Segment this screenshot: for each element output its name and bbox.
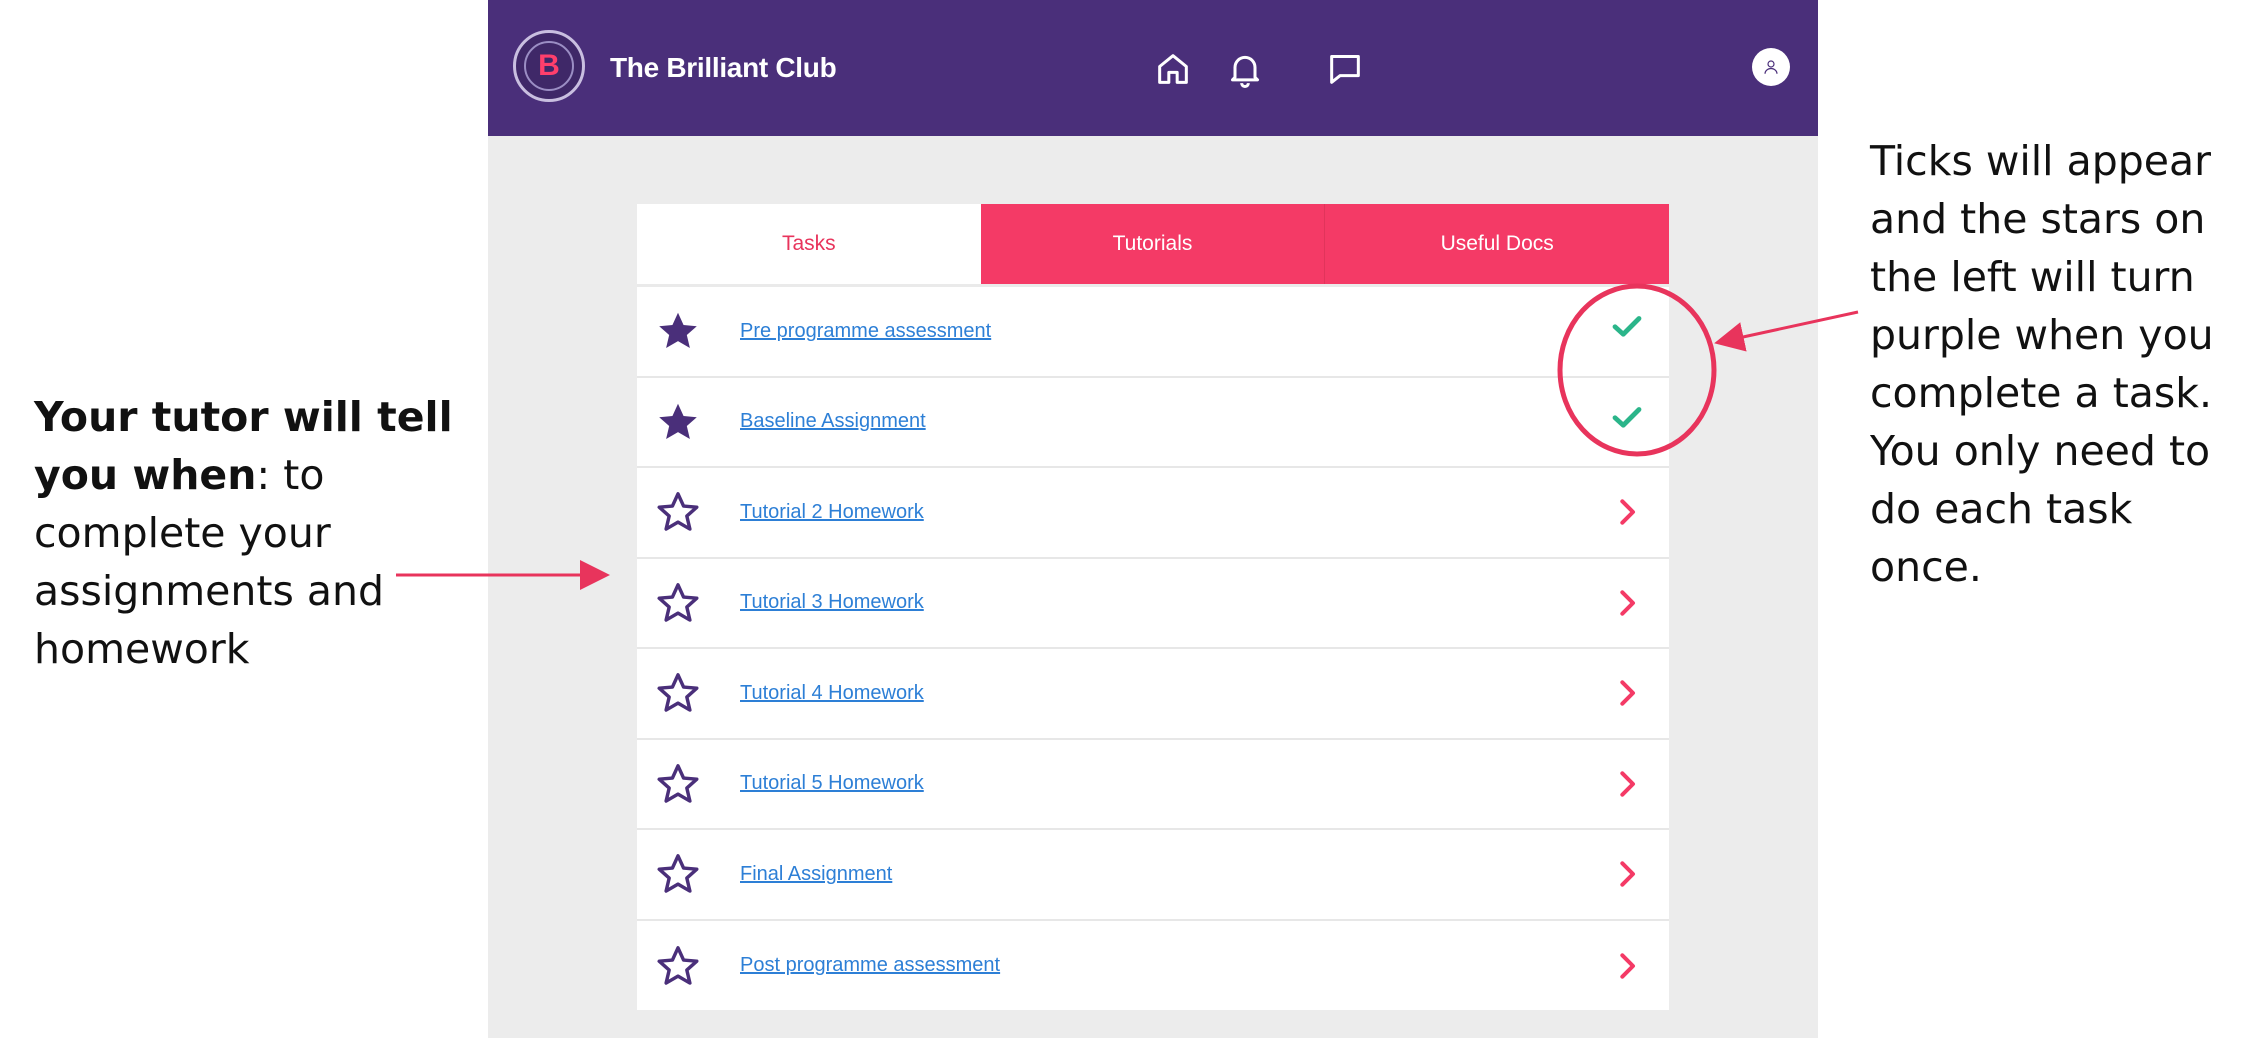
task-link[interactable]: Final Assignment (740, 863, 892, 886)
check-icon (1607, 397, 1647, 437)
task-link[interactable]: Tutorial 3 Homework (740, 591, 924, 614)
tab-bar: Tasks Tutorials Useful Docs (637, 204, 1670, 284)
tab-tasks[interactable]: Tasks (637, 204, 981, 284)
chevron-right-icon[interactable] (1607, 854, 1647, 894)
user-avatar-icon[interactable] (1752, 48, 1790, 86)
tab-tutorials[interactable]: Tutorials (980, 204, 1325, 284)
task-row[interactable]: Tutorial 3 Homework (637, 559, 1669, 649)
star-outline-icon (655, 670, 701, 716)
star-outline-icon (655, 943, 701, 989)
chevron-right-icon[interactable] (1607, 583, 1647, 623)
task-row[interactable]: Pre programme assessment (637, 287, 1669, 378)
tab-useful-docs[interactable]: Useful Docs (1324, 204, 1670, 284)
top-navbar: B The Brilliant Club (488, 0, 1818, 136)
task-row[interactable]: Baseline Assignment (637, 378, 1669, 468)
task-row[interactable]: Post programme assessment (637, 921, 1669, 1012)
star-outline-icon (655, 489, 701, 535)
task-row[interactable]: Tutorial 5 Homework (637, 740, 1669, 830)
task-row[interactable]: Tutorial 2 Homework (637, 468, 1669, 559)
task-card: Tasks Tutorials Useful Docs Pre programm… (637, 204, 1670, 1011)
task-list: Pre programme assessment Baseline Assignm… (637, 287, 1669, 1011)
app-window: B The Brilliant Club Tasks Tutorials Use… (488, 0, 1818, 1038)
task-row[interactable]: Final Assignment (637, 830, 1669, 921)
left-annotation: Your tutor will tell you when: to comple… (34, 388, 464, 678)
task-link[interactable]: Tutorial 2 Homework (740, 501, 924, 524)
brilliant-club-logo[interactable]: B (513, 30, 585, 102)
task-row[interactable]: Tutorial 4 Homework (637, 649, 1669, 740)
left-annotation-bold: Your tutor will tell you when (34, 393, 453, 499)
star-filled-icon (655, 399, 701, 445)
star-outline-icon (655, 761, 701, 807)
star-outline-icon (655, 851, 701, 897)
bell-icon[interactable] (1220, 44, 1270, 94)
app-title: The Brilliant Club (610, 52, 837, 83)
chevron-right-icon[interactable] (1607, 946, 1647, 986)
chevron-right-icon[interactable] (1607, 673, 1647, 713)
task-link[interactable]: Baseline Assignment (740, 410, 926, 433)
chevron-right-icon[interactable] (1607, 764, 1647, 804)
logo-letter: B (524, 41, 574, 91)
star-outline-icon (655, 580, 701, 626)
home-icon[interactable] (1148, 44, 1198, 94)
task-link[interactable]: Pre programme assessment (740, 320, 991, 343)
check-icon (1607, 306, 1647, 346)
chevron-right-icon[interactable] (1607, 492, 1647, 532)
star-filled-icon (655, 308, 701, 354)
task-link[interactable]: Post programme assessment (740, 954, 1000, 977)
task-link[interactable]: Tutorial 4 Homework (740, 682, 924, 705)
message-icon[interactable] (1320, 44, 1370, 94)
right-annotation: Ticks will appear and the stars on the l… (1870, 137, 2214, 591)
task-link[interactable]: Tutorial 5 Homework (740, 772, 924, 795)
